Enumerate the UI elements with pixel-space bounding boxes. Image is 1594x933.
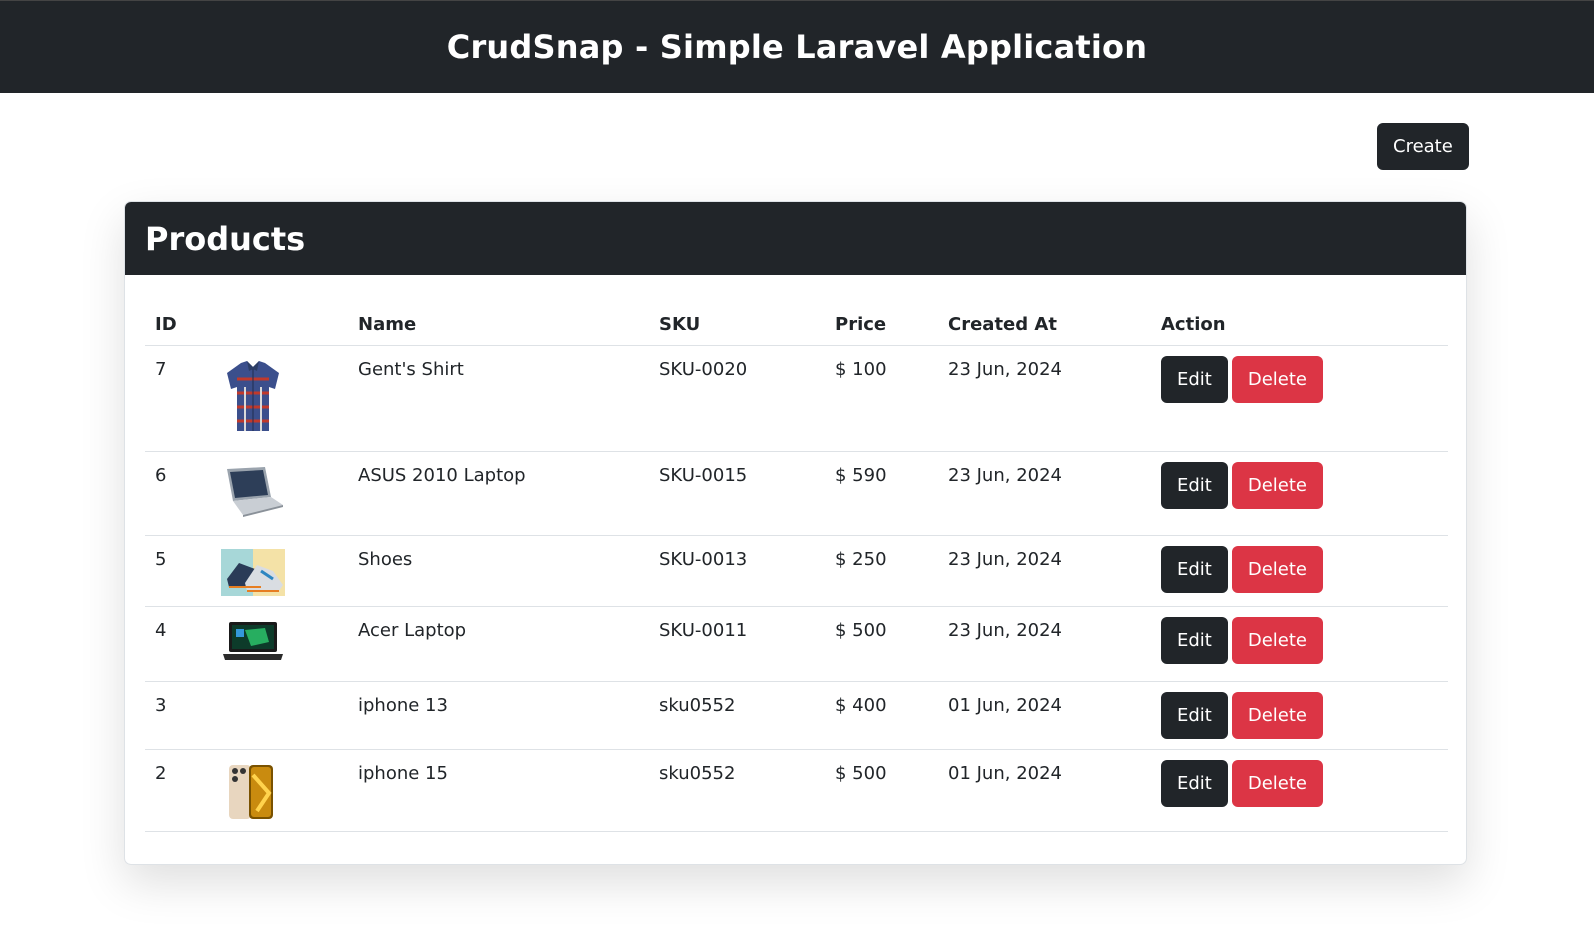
delete-button[interactable]: Delete (1231, 545, 1324, 593)
column-header-id: ID (145, 295, 211, 346)
cell-image (211, 535, 348, 607)
cell-image (211, 451, 348, 536)
table-row: 4 Acer Laptop SKU-0011 $ 500 23 Jun, 202… (145, 606, 1448, 682)
cell-action: Edit Delete (1151, 535, 1448, 607)
cell-sku: SKU-0011 (649, 606, 825, 682)
table-row: 3 iphone 13 sku0552 $ 400 01 Jun, 2024 E… (145, 681, 1448, 750)
create-button[interactable]: Create (1377, 123, 1469, 170)
edit-button[interactable]: Edit (1161, 545, 1228, 593)
column-header-price: Price (825, 295, 938, 346)
card-title: Products (145, 219, 306, 258)
cell-created-at: 01 Jun, 2024 (938, 681, 1151, 750)
cell-created-at: 23 Jun, 2024 (938, 606, 1151, 682)
cell-id: 3 (145, 681, 211, 750)
iphone-image (229, 764, 273, 819)
column-header-sku: SKU (649, 295, 825, 346)
edit-button[interactable]: Edit (1161, 759, 1228, 807)
cell-sku: SKU-0013 (649, 535, 825, 607)
cell-name: iphone 15 (348, 749, 649, 832)
delete-button[interactable]: Delete (1231, 616, 1324, 664)
cell-name: iphone 13 (348, 681, 649, 750)
table-row: 6 ASUS 2010 Laptop SKU-0015 $ 590 23 Jun… (145, 451, 1448, 536)
table-row: 5 Shoes SKU-0013 $ 250 23 Jun, 2024 Edit… (145, 535, 1448, 607)
cell-price: $ 250 (825, 535, 938, 607)
table-row: 2 iphone 15 sku0552 $ 500 01 Jun, 2024 E… (145, 749, 1448, 832)
cell-created-at: 23 Jun, 2024 (938, 535, 1151, 607)
cell-id: 7 (145, 345, 211, 452)
cell-sku: sku0552 (649, 681, 825, 750)
cell-price: $ 500 (825, 606, 938, 682)
cell-name: Gent's Shirt (348, 345, 649, 452)
cell-action: Edit Delete (1151, 451, 1448, 536)
toolbar: Create (1377, 123, 1469, 170)
cell-sku: SKU-0020 (649, 345, 825, 452)
delete-button[interactable]: Delete (1231, 691, 1324, 739)
delete-button[interactable]: Delete (1231, 461, 1324, 509)
cell-sku: sku0552 (649, 749, 825, 832)
cell-id: 4 (145, 606, 211, 682)
edit-button[interactable]: Edit (1161, 616, 1228, 664)
column-header-action: Action (1151, 295, 1448, 346)
cell-id: 6 (145, 451, 211, 536)
cell-created-at: 23 Jun, 2024 (938, 451, 1151, 536)
cell-price: $ 500 (825, 749, 938, 832)
cell-action: Edit Delete (1151, 749, 1448, 832)
app-header: CrudSnap - Simple Laravel Application (0, 0, 1594, 93)
cell-image (211, 749, 348, 832)
products-card: Products ID Name SKU Price Created At Ac… (124, 201, 1467, 865)
cell-image (211, 345, 348, 452)
table-header-row: ID Name SKU Price Created At Action (145, 295, 1448, 346)
edit-button[interactable]: Edit (1161, 355, 1228, 403)
laptop-black-image (223, 621, 283, 660)
column-header-name: Name (348, 295, 649, 346)
card-header: Products (125, 202, 1466, 275)
cell-name: ASUS 2010 Laptop (348, 451, 649, 536)
cell-name: Acer Laptop (348, 606, 649, 682)
cell-created-at: 23 Jun, 2024 (938, 345, 1151, 452)
delete-button[interactable]: Delete (1231, 759, 1324, 807)
products-table: ID Name SKU Price Created At Action 7 Ge… (145, 295, 1448, 832)
cell-sku: SKU-0015 (649, 451, 825, 536)
cell-price: $ 590 (825, 451, 938, 536)
cell-price: $ 100 (825, 345, 938, 452)
app-title: CrudSnap - Simple Laravel Application (446, 28, 1148, 66)
shoes-image (221, 548, 285, 596)
cell-id: 2 (145, 749, 211, 832)
edit-button[interactable]: Edit (1161, 691, 1228, 739)
cell-image (211, 681, 348, 750)
edit-button[interactable]: Edit (1161, 461, 1228, 509)
delete-button[interactable]: Delete (1231, 355, 1324, 403)
cell-id: 5 (145, 535, 211, 607)
cell-created-at: 01 Jun, 2024 (938, 749, 1151, 832)
shirt-image (227, 360, 279, 431)
cell-action: Edit Delete (1151, 345, 1448, 452)
column-header-created-at: Created At (938, 295, 1151, 346)
cell-action: Edit Delete (1151, 606, 1448, 682)
cell-image (211, 606, 348, 682)
cell-name: Shoes (348, 535, 649, 607)
column-header-image (211, 295, 348, 346)
table-wrapper: ID Name SKU Price Created At Action 7 Ge… (125, 275, 1466, 832)
cell-action: Edit Delete (1151, 681, 1448, 750)
laptop-silver-image (227, 466, 283, 517)
cell-price: $ 400 (825, 681, 938, 750)
table-row: 7 Gent's Shirt SKU-0020 $ 100 23 Jun, 20… (145, 345, 1448, 452)
